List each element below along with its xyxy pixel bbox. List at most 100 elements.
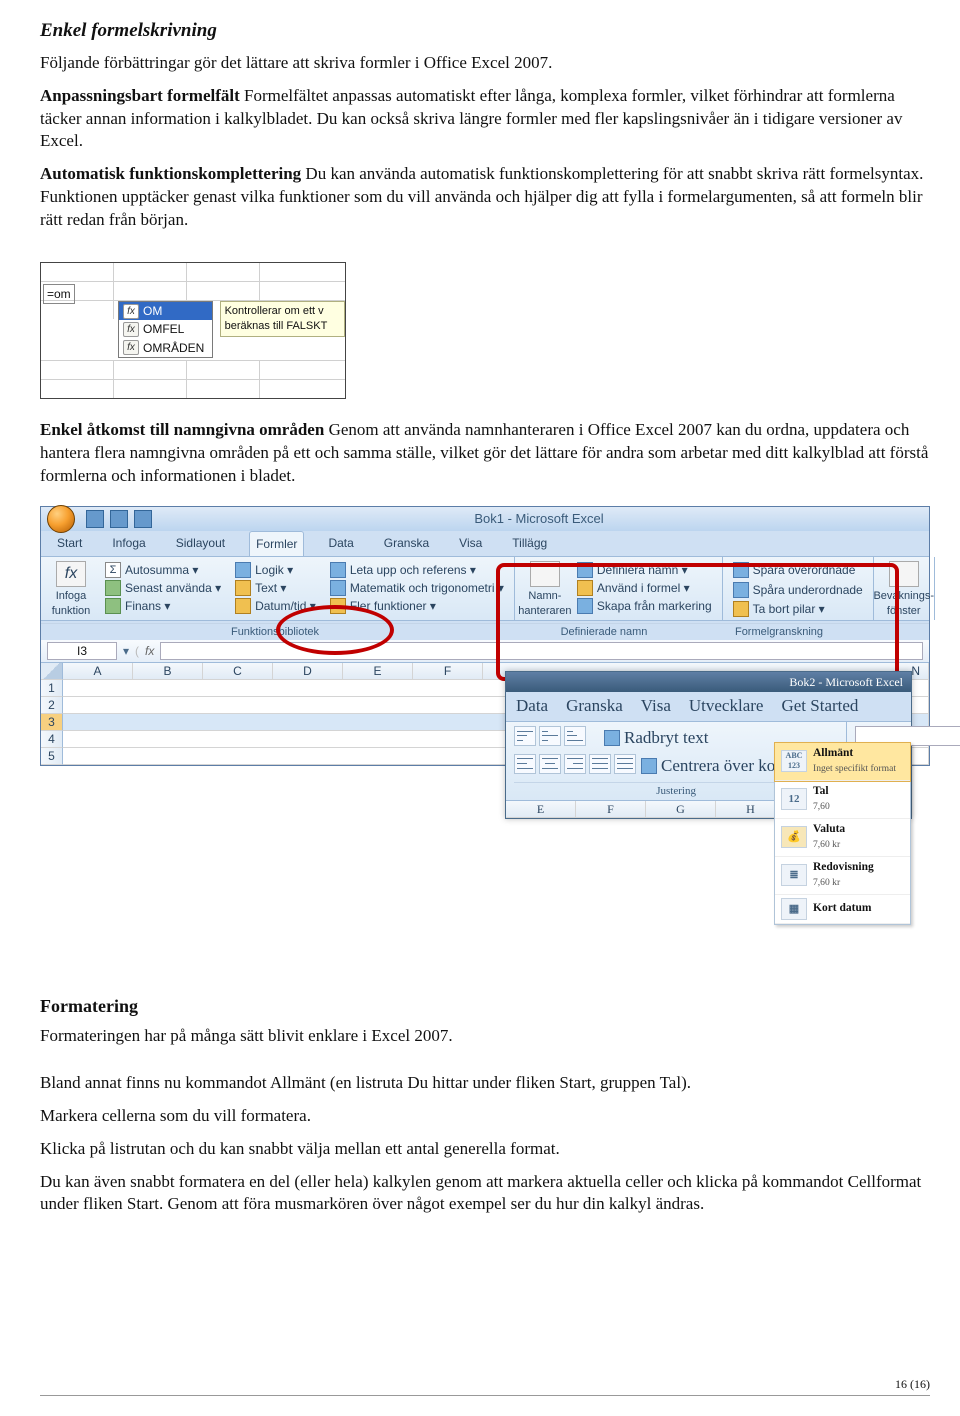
remove-arrows-button[interactable]: Ta bort pilar ▾ xyxy=(731,600,865,618)
qat-save-icon[interactable] xyxy=(86,510,104,528)
tab-granska[interactable]: Granska xyxy=(378,531,435,556)
col-header[interactable]: C xyxy=(203,663,273,680)
row-header[interactable]: 3 xyxy=(41,714,63,731)
col-header[interactable]: E xyxy=(506,801,576,818)
tab-get-started[interactable]: Get Started xyxy=(781,695,858,718)
col-header[interactable]: B xyxy=(133,663,203,680)
date-icon: ▦ xyxy=(781,898,807,920)
number-format-item-tal[interactable]: 12 Tal7,60 xyxy=(775,781,910,819)
tab-sidlayout[interactable]: Sidlayout xyxy=(170,531,231,556)
recent-button[interactable]: Senast använda ▾ xyxy=(103,579,223,597)
books-icon xyxy=(330,598,346,614)
select-all-corner[interactable] xyxy=(41,663,63,680)
group-bevakning: Bevaknings-fönster xyxy=(874,557,935,621)
fx-label-icon[interactable]: fx xyxy=(145,643,154,659)
trace-dependents-button[interactable]: Spåra underordnade xyxy=(731,581,865,599)
col-header[interactable]: F xyxy=(576,801,646,818)
paragraph: Markera cellerna som du vill formatera. xyxy=(40,1105,930,1128)
lookup-button[interactable]: Leta upp och referens ▾ xyxy=(328,561,506,579)
align-right-button[interactable] xyxy=(564,754,586,774)
tab-formler[interactable]: Formler xyxy=(249,531,304,556)
dropdown-icon[interactable]: ▾ xyxy=(123,643,129,659)
star-icon xyxy=(105,580,121,596)
fx-icon: fx xyxy=(123,304,139,320)
autocomplete-item[interactable]: fxOMRÅDEN xyxy=(119,339,212,357)
tab-data[interactable]: Data xyxy=(322,531,359,556)
number-format-item-kort-datum[interactable]: ▦ Kort datum xyxy=(775,895,910,924)
autocomplete-item[interactable]: fxOM xyxy=(119,302,212,320)
figure-autocomplete: =om fxOM fxOMFEL fxOMRÅDEN Kontrollerar … xyxy=(40,262,346,399)
tab-data[interactable]: Data xyxy=(516,695,548,718)
insert-function-button[interactable]: fx Infoga funktion xyxy=(49,561,93,619)
tab-start[interactable]: Start xyxy=(51,531,88,556)
math-button[interactable]: Matematik och trigonometri ▾ xyxy=(328,579,506,597)
tab-infoga[interactable]: Infoga xyxy=(106,531,151,556)
row-header[interactable]: 2 xyxy=(41,697,63,714)
page-footer: 16 (16) xyxy=(40,1376,930,1395)
paragraph: Klicka på listrutan och du kan snabbt vä… xyxy=(40,1138,930,1161)
align-bottom-button[interactable] xyxy=(564,726,586,746)
tab-granska[interactable]: Granska xyxy=(566,695,623,718)
autocomplete-menu[interactable]: fxOM fxOMFEL fxOMRÅDEN xyxy=(118,301,213,358)
col-header[interactable]: A xyxy=(63,663,133,680)
number-format-menu[interactable]: ABC123 AllmäntInget specifikt format 12 … xyxy=(774,742,911,925)
col-header[interactable]: F xyxy=(413,663,483,680)
define-name-button[interactable]: Definiera namn ▾ xyxy=(575,561,714,579)
indent-inc-button[interactable] xyxy=(614,754,636,774)
group-title xyxy=(859,623,929,640)
math-icon xyxy=(330,580,346,596)
formula-input[interactable] xyxy=(160,642,923,660)
col-header[interactable]: E xyxy=(343,663,413,680)
paragraph: Enkel åtkomst till namngivna områden Gen… xyxy=(40,419,930,488)
office-button[interactable] xyxy=(47,505,75,533)
number-format-item-allmant[interactable]: ABC123 AllmäntInget specifikt format xyxy=(775,743,910,781)
text-icon xyxy=(235,580,251,596)
number-icon: 12 xyxy=(781,788,807,810)
datetime-button[interactable]: Datum/tid ▾ xyxy=(233,597,318,615)
accounting-icon: ≣ xyxy=(781,864,807,886)
group-definierade-namn: Namn-hanteraren Definiera namn ▾ Använd … xyxy=(515,557,723,621)
heading-enkel-formelskrivning: Enkel formelskrivning xyxy=(40,18,930,44)
arrow-up-icon xyxy=(733,562,749,578)
create-from-selection-button[interactable]: Skapa från markering xyxy=(575,597,714,615)
tab-tillagg[interactable]: Tillägg xyxy=(506,531,553,556)
merge-icon xyxy=(641,758,657,774)
group-funktionsbibliotek: fx Infoga funktion ΣAutosumma ▾ Senast a… xyxy=(41,557,515,621)
use-in-formula-button[interactable]: Använd i formel ▾ xyxy=(575,579,714,597)
col-header[interactable]: G xyxy=(646,801,716,818)
paragraph: Automatisk funktionskomplettering Du kan… xyxy=(40,163,930,232)
paragraph: Bland annat finns nu kommandot Allmänt (… xyxy=(40,1072,930,1095)
row-header[interactable]: 4 xyxy=(41,731,63,748)
fx-icon: fx xyxy=(123,322,139,338)
text-button[interactable]: Text ▾ xyxy=(233,579,318,597)
name-manager-button[interactable]: Namn-hanteraren xyxy=(523,561,567,619)
indent-dec-button[interactable] xyxy=(589,754,611,774)
watch-window-button[interactable]: Bevaknings-fönster xyxy=(882,561,926,619)
name-box[interactable]: I3 xyxy=(47,642,117,660)
row-header[interactable]: 1 xyxy=(41,680,63,697)
sigma-icon: Σ xyxy=(105,562,121,578)
col-header[interactable]: D xyxy=(273,663,343,680)
finance-button[interactable]: Finans ▾ xyxy=(103,597,223,615)
tab-visa[interactable]: Visa xyxy=(641,695,671,718)
autosumma-button[interactable]: ΣAutosumma ▾ xyxy=(103,561,223,579)
fx-icon: fx xyxy=(56,561,86,587)
logic-button[interactable]: Logik ▾ xyxy=(233,561,318,579)
autocomplete-item[interactable]: fxOMFEL xyxy=(119,320,212,338)
row-header[interactable]: 5 xyxy=(41,748,63,765)
title-bar: Bok1 - Microsoft Excel xyxy=(41,507,929,531)
tab-utvecklare[interactable]: Utvecklare xyxy=(689,695,764,718)
align-center-button[interactable] xyxy=(539,754,561,774)
trace-precedents-button[interactable]: Spåra överordnade xyxy=(731,561,865,579)
align-top-button[interactable] xyxy=(514,726,536,746)
more-functions-button[interactable]: Fler funktioner ▾ xyxy=(328,597,506,615)
wrap-text-button[interactable]: Radbryt text xyxy=(602,726,711,751)
qat-redo-icon[interactable] xyxy=(134,510,152,528)
qat-undo-icon[interactable] xyxy=(110,510,128,528)
number-format-item-redovisning[interactable]: ≣ Redovisning7,60 kr xyxy=(775,857,910,895)
tab-visa[interactable]: Visa xyxy=(453,531,488,556)
align-left-button[interactable] xyxy=(514,754,536,774)
number-format-item-valuta[interactable]: 💰 Valuta7,60 kr xyxy=(775,819,910,857)
align-middle-button[interactable] xyxy=(539,726,561,746)
paragraph: Anpassningsbart formelfält Formelfältet … xyxy=(40,85,930,154)
